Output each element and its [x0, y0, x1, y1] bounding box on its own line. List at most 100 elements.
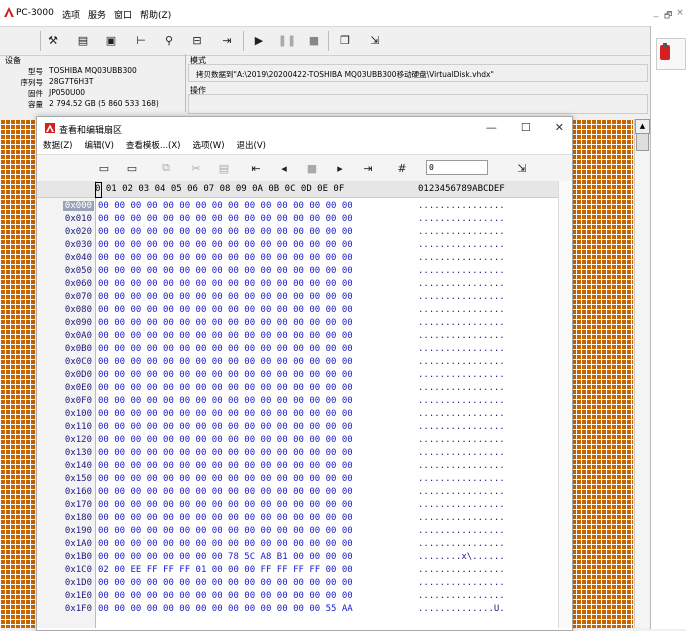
- hex-row[interactable]: 02 00 EE FF FF FF 01 00 00 00 FF FF FF F…: [98, 565, 353, 575]
- sector-view-icon[interactable]: ▤: [74, 31, 92, 49]
- hex-row[interactable]: 00 00 00 00 00 00 00 00 00 00 00 00 00 0…: [98, 240, 353, 250]
- last-sector-icon[interactable]: ⇥: [359, 159, 377, 177]
- ascii-row[interactable]: ................: [418, 383, 505, 393]
- minimize-button[interactable]: _: [652, 8, 660, 24]
- hex-row[interactable]: 00 00 00 00 00 00 00 00 00 00 00 00 00 0…: [98, 227, 353, 237]
- write-sector-icon[interactable]: ▭: [123, 159, 141, 177]
- play-icon[interactable]: ▶: [250, 31, 268, 49]
- restore-button[interactable]: 🗗: [664, 8, 672, 24]
- map-scrollbar[interactable]: ▲: [634, 119, 650, 628]
- ascii-row[interactable]: ................: [418, 331, 505, 341]
- hex-row[interactable]: 00 00 00 00 00 00 00 00 00 00 00 00 00 0…: [98, 318, 353, 328]
- hex-row[interactable]: 00 00 00 00 00 00 00 00 00 00 00 00 00 0…: [98, 422, 353, 432]
- ascii-row[interactable]: ................: [418, 201, 505, 211]
- menu-item-window[interactable]: 窗口: [114, 8, 132, 21]
- ascii-row[interactable]: ................: [418, 305, 505, 315]
- sector-number-input[interactable]: 0: [426, 160, 488, 175]
- ascii-row[interactable]: ................: [418, 591, 505, 601]
- hex-row[interactable]: 00 00 00 00 00 00 00 00 00 00 00 00 00 0…: [98, 435, 353, 445]
- hex-row[interactable]: 00 00 00 00 00 00 00 00 00 00 00 00 00 0…: [98, 604, 353, 614]
- hex-body[interactable]: 0x000 0x010 0x020 0x030 0x040 0x050 0x060 0x070…: [37, 198, 572, 628]
- hex-row[interactable]: 00 00 00 00 00 00 00 00 00 00 00 00 00 0…: [98, 331, 353, 341]
- hex-row[interactable]: 00 00 00 00 00 00 00 00 00 00 00 00 00 0…: [98, 292, 353, 302]
- goto-sector-icon[interactable]: #: [393, 159, 411, 177]
- tree-icon[interactable]: ⊢: [132, 31, 150, 49]
- ascii-row[interactable]: ................: [418, 474, 505, 484]
- ascii-row[interactable]: ................: [418, 292, 505, 302]
- ascii-row[interactable]: ................: [418, 266, 505, 276]
- tools-icon[interactable]: ⚒: [44, 31, 62, 49]
- editor-menu-exit[interactable]: 退出(V): [231, 139, 272, 153]
- ascii-row[interactable]: ................: [418, 487, 505, 497]
- editor-menu-options[interactable]: 选项(W): [186, 139, 230, 153]
- prev-sector-icon[interactable]: ◂: [275, 159, 293, 177]
- ascii-row[interactable]: ................: [418, 344, 505, 354]
- ascii-row[interactable]: ................: [418, 565, 505, 575]
- exit-run-icon[interactable]: ⇲: [366, 31, 384, 49]
- ascii-row[interactable]: ................: [418, 396, 505, 406]
- hex-row[interactable]: 00 00 00 00 00 00 00 00 00 00 00 00 00 0…: [98, 591, 353, 601]
- paste-icon[interactable]: ▤: [215, 159, 233, 177]
- copy-windows-icon[interactable]: ❐: [336, 31, 354, 49]
- drive-icon[interactable]: ⊟: [188, 31, 206, 49]
- ascii-row[interactable]: ................: [418, 318, 505, 328]
- ascii-row[interactable]: ................: [418, 422, 505, 432]
- copy-icon[interactable]: ⧉: [157, 159, 175, 177]
- hex-row[interactable]: 00 00 00 00 00 00 00 00 00 00 00 00 00 0…: [98, 500, 353, 510]
- hex-row[interactable]: 00 00 00 00 00 00 00 00 00 00 00 00 00 0…: [98, 370, 353, 380]
- hex-row[interactable]: 00 00 00 00 00 00 00 00 00 00 00 00 00 0…: [98, 266, 353, 276]
- ascii-row[interactable]: ................: [418, 461, 505, 471]
- hex-row[interactable]: 00 00 00 00 00 00 00 00 00 00 00 00 00 0…: [98, 409, 353, 419]
- editor-close-button[interactable]: ✕: [555, 121, 564, 134]
- ascii-row[interactable]: ................: [418, 500, 505, 510]
- hex-row[interactable]: 00 00 00 00 00 00 00 00 00 00 00 00 00 0…: [98, 474, 353, 484]
- hex-row[interactable]: 00 00 00 00 00 00 00 00 00 00 00 00 00 0…: [98, 396, 353, 406]
- ascii-row[interactable]: ................: [418, 435, 505, 445]
- pause-icon[interactable]: ❚❚: [278, 31, 296, 49]
- hex-row[interactable]: 00 00 00 00 00 00 00 00 00 00 00 00 00 0…: [98, 201, 353, 211]
- ascii-row[interactable]: ..............U.: [418, 604, 505, 614]
- editor-maximize-button[interactable]: ☐: [521, 121, 531, 134]
- ascii-row[interactable]: ................: [418, 513, 505, 523]
- menu-item-service[interactable]: 服务: [88, 8, 106, 21]
- ascii-row[interactable]: ................: [418, 279, 505, 289]
- read-sector-icon[interactable]: ▭: [95, 159, 113, 177]
- scroll-up-arrow-icon[interactable]: ▲: [635, 119, 650, 134]
- hex-row[interactable]: 00 00 00 00 00 00 00 00 00 00 00 00 00 0…: [98, 448, 353, 458]
- hex-row[interactable]: 00 00 00 00 00 00 00 00 00 00 00 00 00 0…: [98, 357, 353, 367]
- ascii-row[interactable]: ................: [418, 409, 505, 419]
- menu-item-options[interactable]: 选项: [62, 8, 80, 21]
- ascii-row[interactable]: ................: [418, 227, 505, 237]
- ascii-row[interactable]: ................: [418, 448, 505, 458]
- stop-icon[interactable]: ■: [305, 31, 323, 49]
- ascii-row[interactable]: ................: [418, 253, 505, 263]
- hex-row[interactable]: 00 00 00 00 00 00 00 00 00 00 00 00 00 0…: [98, 383, 353, 393]
- ascii-row[interactable]: ........x\......: [418, 552, 505, 562]
- hex-row[interactable]: 00 00 00 00 00 00 00 00 00 00 00 00 00 0…: [98, 305, 353, 315]
- editor-menu-template[interactable]: 查看模板...(X): [120, 139, 187, 153]
- editor-menu-edit[interactable]: 编辑(V): [78, 139, 119, 153]
- hex-row[interactable]: 00 00 00 00 00 00 00 00 00 00 00 00 00 0…: [98, 513, 353, 523]
- hex-row[interactable]: 00 00 00 00 00 00 00 00 00 00 00 00 00 0…: [98, 526, 353, 536]
- editor-exit-run-icon[interactable]: ⇲: [513, 159, 531, 177]
- editor-minimize-button[interactable]: —: [486, 121, 497, 134]
- menu-item-help[interactable]: 帮助(Z): [140, 8, 171, 21]
- editor-menu-data[interactable]: 数据(Z): [37, 139, 78, 153]
- hex-row[interactable]: 00 00 00 00 00 00 00 00 00 00 00 00 00 0…: [98, 578, 353, 588]
- hex-row[interactable]: 00 00 00 00 00 00 00 00 78 5C A8 B1 00 0…: [98, 552, 353, 562]
- hex-row[interactable]: 00 00 00 00 00 00 00 00 00 00 00 00 00 0…: [98, 253, 353, 263]
- first-sector-icon[interactable]: ⇤: [247, 159, 265, 177]
- ascii-row[interactable]: ................: [418, 578, 505, 588]
- ascii-row[interactable]: ................: [418, 526, 505, 536]
- ascii-row[interactable]: ................: [418, 240, 505, 250]
- next-sector-icon[interactable]: ▸: [331, 159, 349, 177]
- rom-icon[interactable]: ▣: [102, 31, 120, 49]
- close-button[interactable]: ×: [676, 8, 684, 24]
- export-icon[interactable]: ⇥: [218, 31, 236, 49]
- hex-row[interactable]: 00 00 00 00 00 00 00 00 00 00 00 00 00 0…: [98, 214, 353, 224]
- scroll-thumb[interactable]: [636, 133, 649, 151]
- current-sector-icon[interactable]: ■: [303, 159, 321, 177]
- ascii-row[interactable]: ................: [418, 539, 505, 549]
- hex-row[interactable]: 00 00 00 00 00 00 00 00 00 00 00 00 00 0…: [98, 461, 353, 471]
- hex-row[interactable]: 00 00 00 00 00 00 00 00 00 00 00 00 00 0…: [98, 539, 353, 549]
